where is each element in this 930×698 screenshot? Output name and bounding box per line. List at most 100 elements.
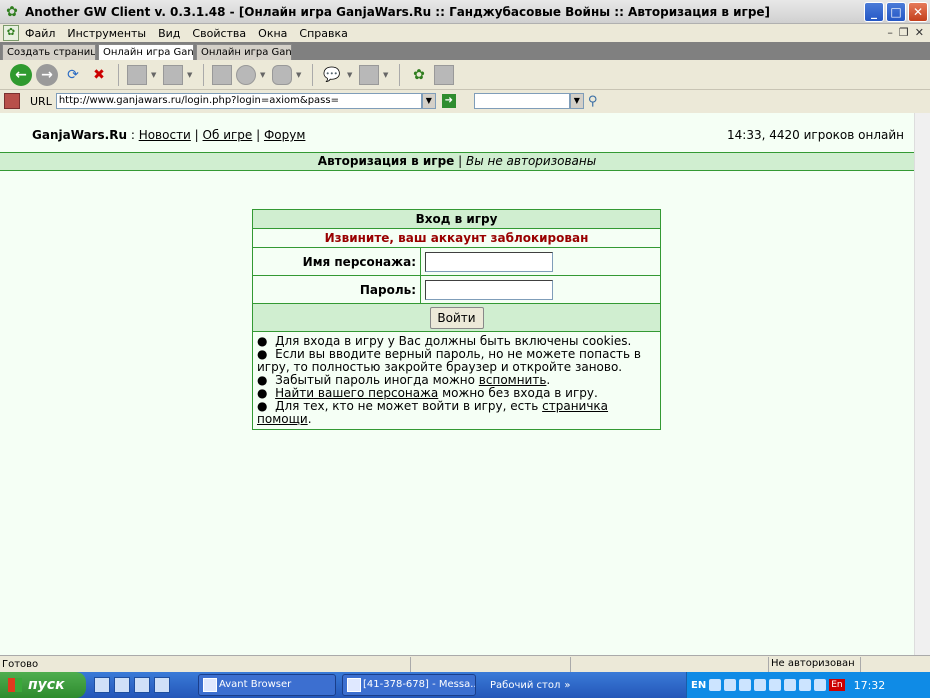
- note-help-end: .: [307, 412, 312, 426]
- tools-icon[interactable]: [272, 64, 292, 85]
- note-help-text: Для тех, кто не может войти в игру, есть: [275, 399, 543, 413]
- stop-icon[interactable]: ✖: [88, 64, 110, 86]
- tab-new-page[interactable]: Создать страницу: [2, 44, 96, 60]
- app-icon[interactable]: [154, 677, 170, 693]
- note-cookies: Для входа в игру у Вас должны быть включ…: [275, 334, 632, 348]
- start-label: пуск: [28, 677, 65, 693]
- clock: 17:32: [853, 678, 886, 692]
- help-icon[interactable]: [709, 679, 722, 691]
- nav-forum-link[interactable]: Форум: [264, 128, 305, 142]
- url-dropdown-icon[interactable]: ▼: [421, 93, 436, 109]
- refresh-icon[interactable]: ⟳: [62, 64, 84, 86]
- username-row: Имя персонажа:: [253, 248, 660, 276]
- note-find-text: можно без входа в игру.: [438, 386, 598, 400]
- nav-news-link[interactable]: Новости: [139, 128, 191, 142]
- submit-row: Войти: [253, 304, 660, 332]
- username-field[interactable]: [425, 251, 553, 272]
- toolbar-separator: [399, 63, 400, 86]
- favorites-icon[interactable]: [163, 64, 183, 85]
- desktop-label[interactable]: Рабочий стол: [490, 680, 560, 691]
- mdi-restore-button[interactable]: ❐: [899, 26, 909, 39]
- search-input[interactable]: [473, 93, 570, 109]
- tray-icon[interactable]: [784, 679, 797, 691]
- tray-icon[interactable]: [769, 679, 782, 691]
- quick-launch: [94, 677, 170, 693]
- status-bar: Готово Не авторизован: [0, 655, 930, 672]
- minimize-button[interactable]: _: [864, 2, 884, 22]
- password-row: Пароль:: [253, 276, 660, 304]
- login-error: Извините, ваш аккаунт заблокирован: [253, 229, 660, 248]
- info-icon[interactable]: [434, 64, 454, 85]
- app-icon[interactable]: [114, 677, 130, 693]
- settings-icon[interactable]: [236, 64, 256, 85]
- windows-dropdown-icon[interactable]: ▼: [383, 71, 391, 79]
- window-controls: _ □ ✕: [864, 2, 928, 22]
- status-cell: [860, 656, 928, 672]
- settings-dropdown-icon[interactable]: ▼: [260, 71, 268, 79]
- top-nav: GanjaWars.Ru : Новости | Об игре | Форум: [32, 128, 306, 142]
- forward-icon[interactable]: →: [36, 63, 58, 86]
- tray-icon[interactable]: [814, 679, 827, 691]
- menu-help[interactable]: Справка: [293, 27, 353, 40]
- menu-windows[interactable]: Окна: [252, 27, 293, 40]
- language-indicator[interactable]: EN: [691, 680, 706, 691]
- menu-tools[interactable]: Инструменты: [61, 27, 152, 40]
- note-forgot-end: .: [546, 373, 551, 387]
- tray-icon[interactable]: [754, 679, 767, 691]
- mdi-minimize-button[interactable]: –: [887, 26, 893, 39]
- status-text: Готово: [2, 658, 39, 670]
- app-menu-icon[interactable]: ✿: [3, 25, 19, 41]
- url-input[interactable]: http://www.ganjawars.ru/login.php?login=…: [55, 93, 422, 109]
- tab-ganjawars-1[interactable]: Онлайн игра GanjaW: [98, 44, 194, 60]
- keyboard-layout-badge[interactable]: En: [829, 679, 845, 691]
- browser-icon[interactable]: [94, 677, 110, 693]
- print-icon[interactable]: [212, 64, 232, 85]
- search-icon[interactable]: ⚲: [588, 94, 598, 109]
- go-icon[interactable]: ➜: [441, 94, 456, 108]
- favorites-dropdown-icon[interactable]: ▼: [187, 71, 195, 79]
- app-leaf-icon: ✿: [6, 3, 18, 20]
- search-dropdown-icon[interactable]: ▼: [569, 93, 584, 109]
- toolbar-separator: [118, 63, 119, 86]
- status-cell: [570, 656, 768, 672]
- site-icon: [4, 93, 20, 109]
- address-bar: URL http://www.ganjawars.ru/login.php?lo…: [0, 90, 930, 112]
- recover-password-link[interactable]: вспомнить: [479, 373, 547, 387]
- maximize-button[interactable]: □: [886, 2, 906, 22]
- back-icon[interactable]: ←: [10, 63, 32, 86]
- app-icon[interactable]: [134, 677, 150, 693]
- desktop-arrow-icon[interactable]: »: [564, 680, 570, 691]
- auth-bar: Авторизация в игре | Вы не авторизованы: [0, 152, 914, 171]
- tools-dropdown-icon[interactable]: ▼: [296, 71, 304, 79]
- start-button[interactable]: пуск: [0, 672, 86, 698]
- task-label: Avant Browser: [219, 679, 292, 690]
- note-restart: Если вы вводите верный пароль, но не мож…: [257, 347, 641, 374]
- tray-icon[interactable]: [724, 679, 737, 691]
- tray-icon[interactable]: [739, 679, 752, 691]
- login-button[interactable]: Войти: [429, 306, 484, 329]
- chat-dropdown-icon[interactable]: ▼: [347, 71, 355, 79]
- home-icon[interactable]: [127, 64, 147, 85]
- note-item: ● Для тех, кто не может войти в игру, ес…: [257, 399, 609, 426]
- tray-icon[interactable]: [799, 679, 812, 691]
- messenger-icon: [347, 678, 361, 692]
- windows-icon[interactable]: [359, 64, 379, 85]
- tab-ganjawars-2[interactable]: Онлайн игра GanjaW: [196, 44, 292, 60]
- username-label: Имя персонажа:: [253, 248, 421, 275]
- find-character-link[interactable]: Найти вашего персонажа: [275, 386, 438, 400]
- task-avant-browser[interactable]: Avant Browser: [198, 674, 336, 696]
- chat-icon[interactable]: 💬: [321, 64, 343, 86]
- window-title: Another GW Client v. 0.3.1.48 - [Онлайн …: [25, 4, 771, 19]
- mdi-close-button[interactable]: ✕: [915, 26, 924, 39]
- password-field[interactable]: [425, 279, 553, 300]
- home-dropdown-icon[interactable]: ▼: [151, 71, 159, 79]
- menu-view[interactable]: Вид: [152, 27, 186, 40]
- nav-about-link[interactable]: Об игре: [203, 128, 253, 142]
- menu-properties[interactable]: Свойства: [186, 27, 252, 40]
- leaf-icon[interactable]: ✿: [408, 64, 430, 86]
- vertical-scrollbar[interactable]: [914, 113, 930, 655]
- close-button[interactable]: ✕: [908, 2, 928, 22]
- task-messenger[interactable]: [41-378-678] - Messa...: [342, 674, 476, 696]
- login-form: Вход в игру Извините, ваш аккаунт заблок…: [252, 209, 661, 430]
- menu-file[interactable]: Файл: [19, 27, 61, 40]
